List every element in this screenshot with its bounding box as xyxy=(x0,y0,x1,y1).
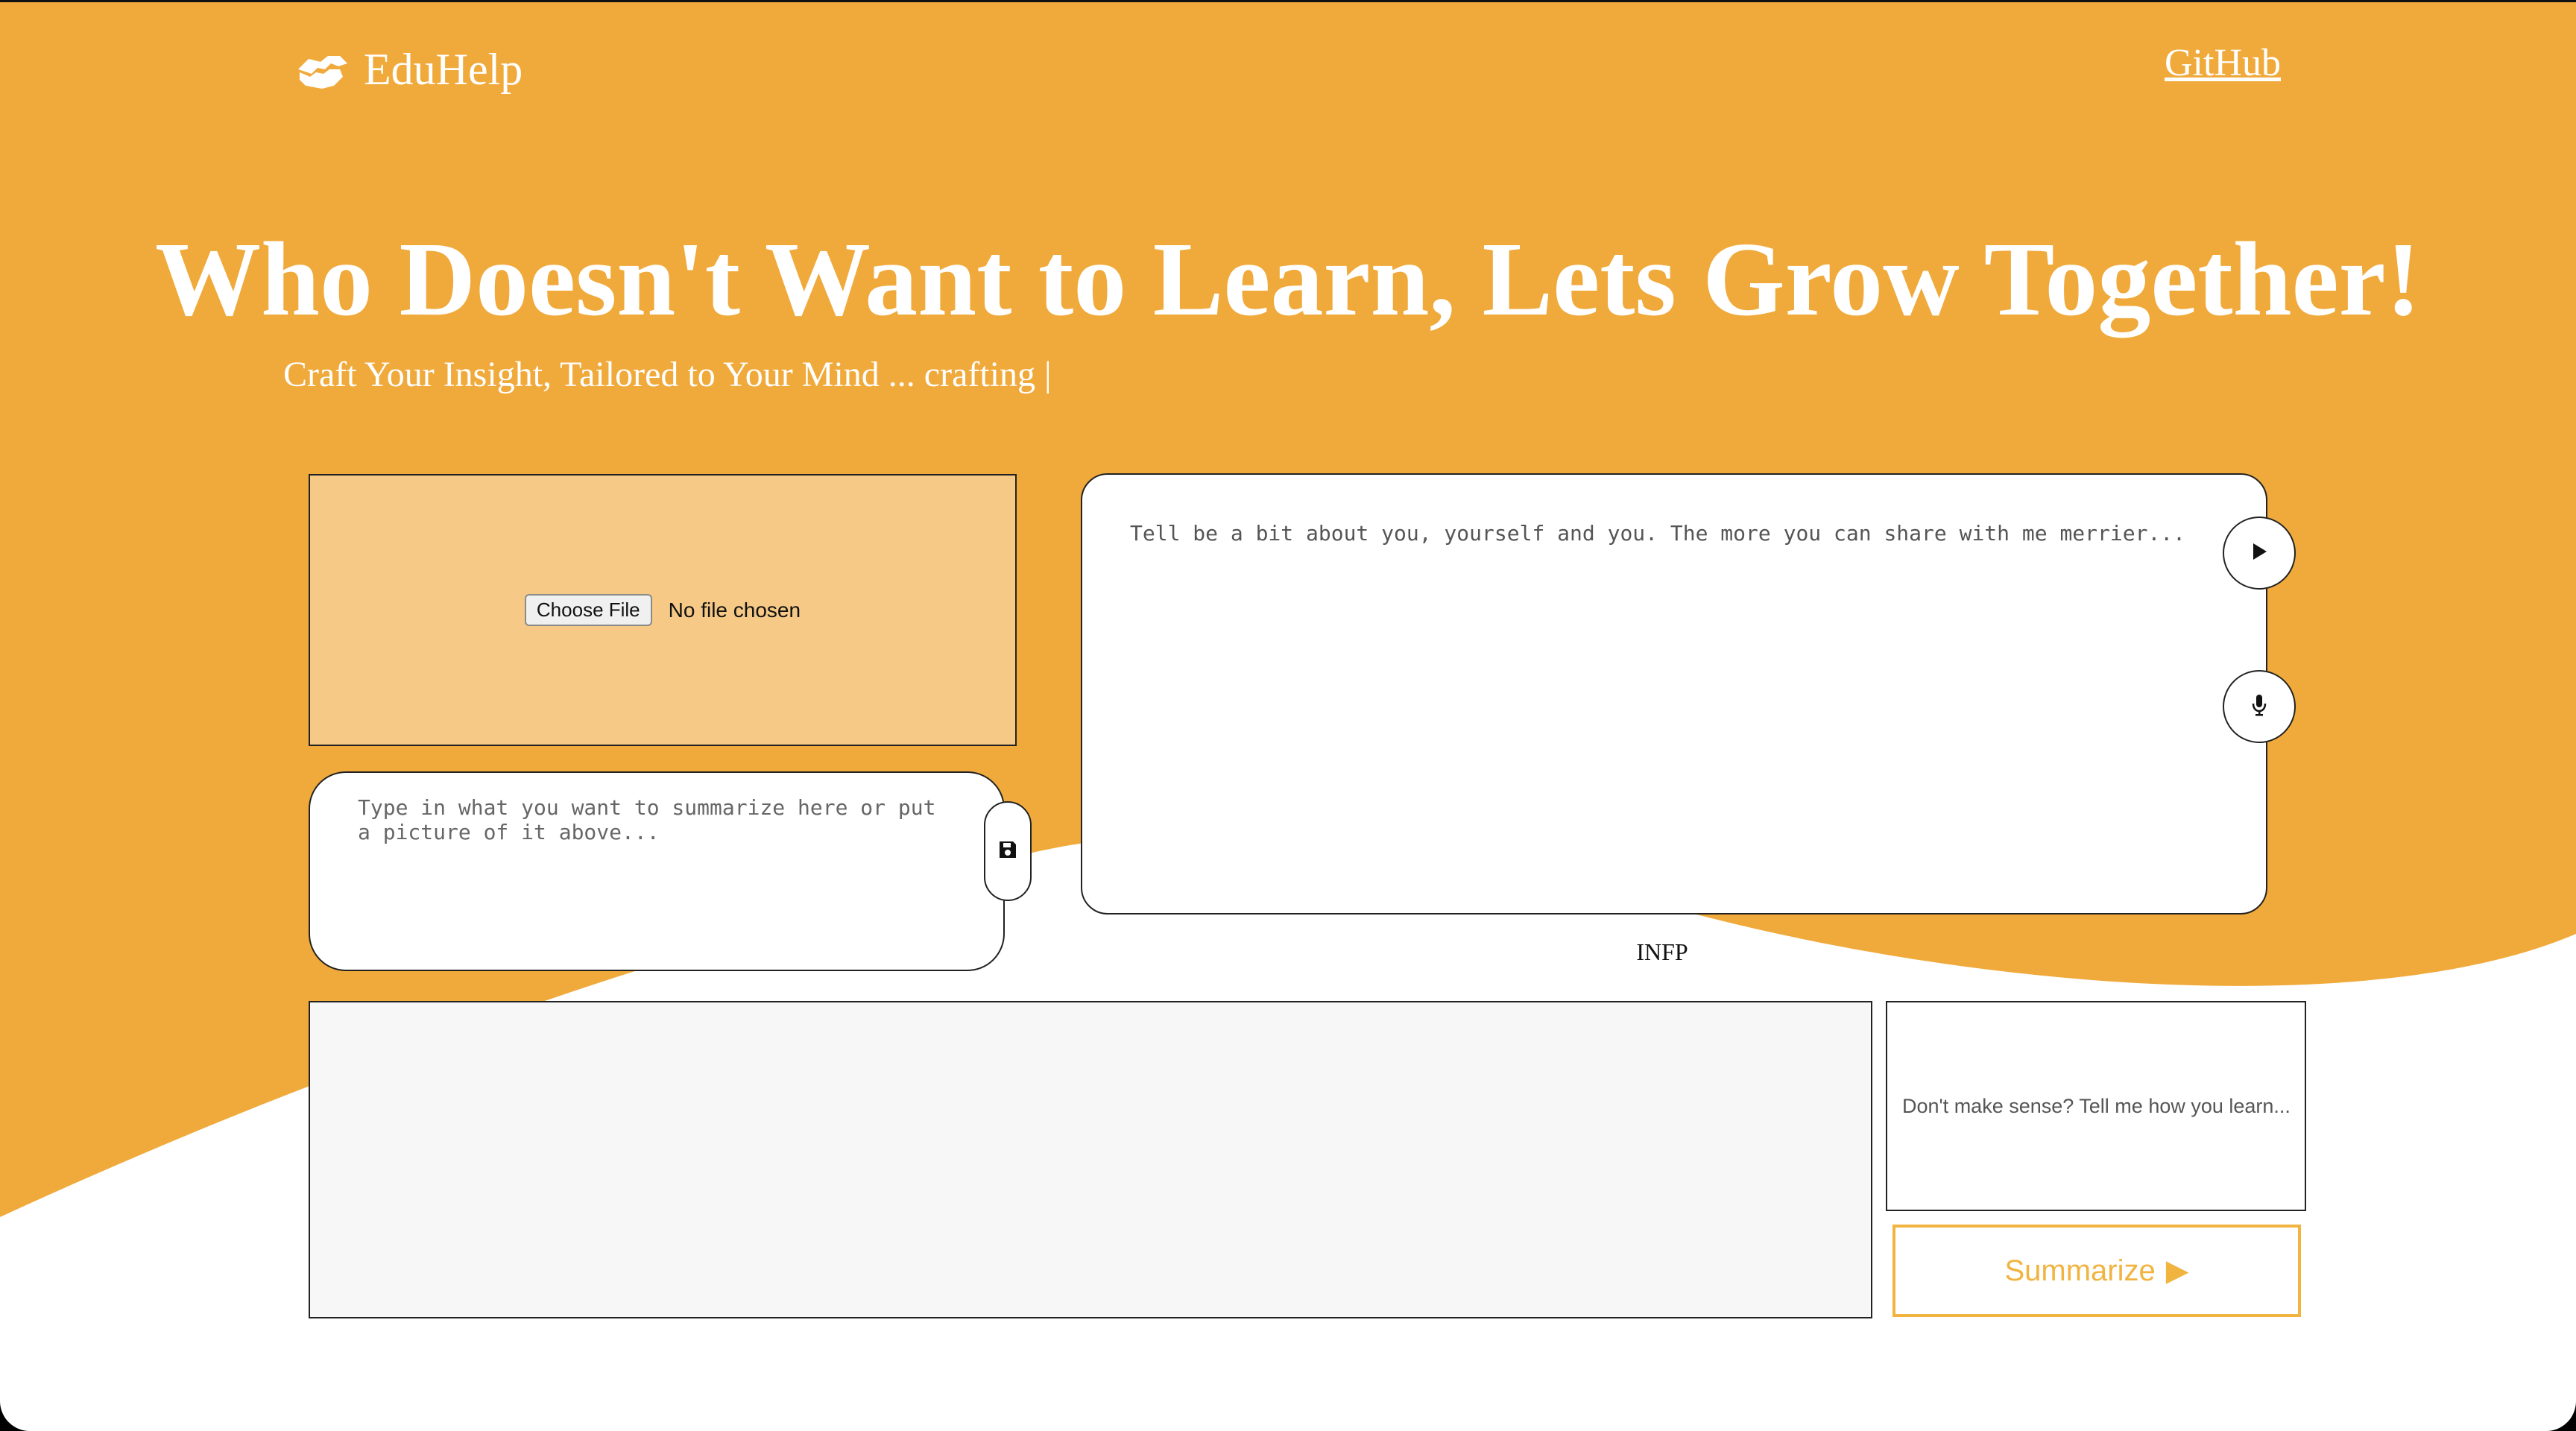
play-icon xyxy=(2250,541,2269,566)
hero-subtitle: Craft Your Insight, Tailored to Your Min… xyxy=(283,355,1052,394)
save-button[interactable] xyxy=(984,801,1032,901)
github-link[interactable]: GitHub xyxy=(2165,41,2281,85)
file-status-text: No file chosen xyxy=(668,598,801,622)
summary-output-box xyxy=(309,1001,1872,1318)
floppy-disk-icon xyxy=(997,839,1018,864)
summarize-text-input[interactable] xyxy=(309,771,1005,971)
microphone-button[interactable] xyxy=(2223,670,2296,743)
page: EduHelp GitHub Who Doesn't Want to Learn… xyxy=(0,0,2576,1431)
logo-link[interactable]: EduHelp xyxy=(295,40,523,99)
summarize-button-label: Summarize xyxy=(2004,1254,2156,1287)
feedback-input[interactable] xyxy=(1886,1001,2306,1211)
page-title: Who Doesn't Want to Learn, Lets Grow Tog… xyxy=(155,220,2421,338)
choose-file-button[interactable]: Choose File xyxy=(524,594,652,626)
microphone-icon xyxy=(2251,693,2267,721)
logo-text: EduHelp xyxy=(364,44,523,94)
image-upload-area[interactable]: Choose File No file chosen xyxy=(309,474,1017,746)
about-you-input[interactable] xyxy=(1081,473,2267,914)
summarize-button[interactable]: Summarize ▶ xyxy=(1892,1225,2301,1317)
play-arrow-icon: ▶ xyxy=(2165,1254,2189,1287)
play-button[interactable] xyxy=(2223,517,2296,590)
handshake-icon xyxy=(295,47,350,92)
personality-type-label: INFP xyxy=(1636,938,1688,965)
